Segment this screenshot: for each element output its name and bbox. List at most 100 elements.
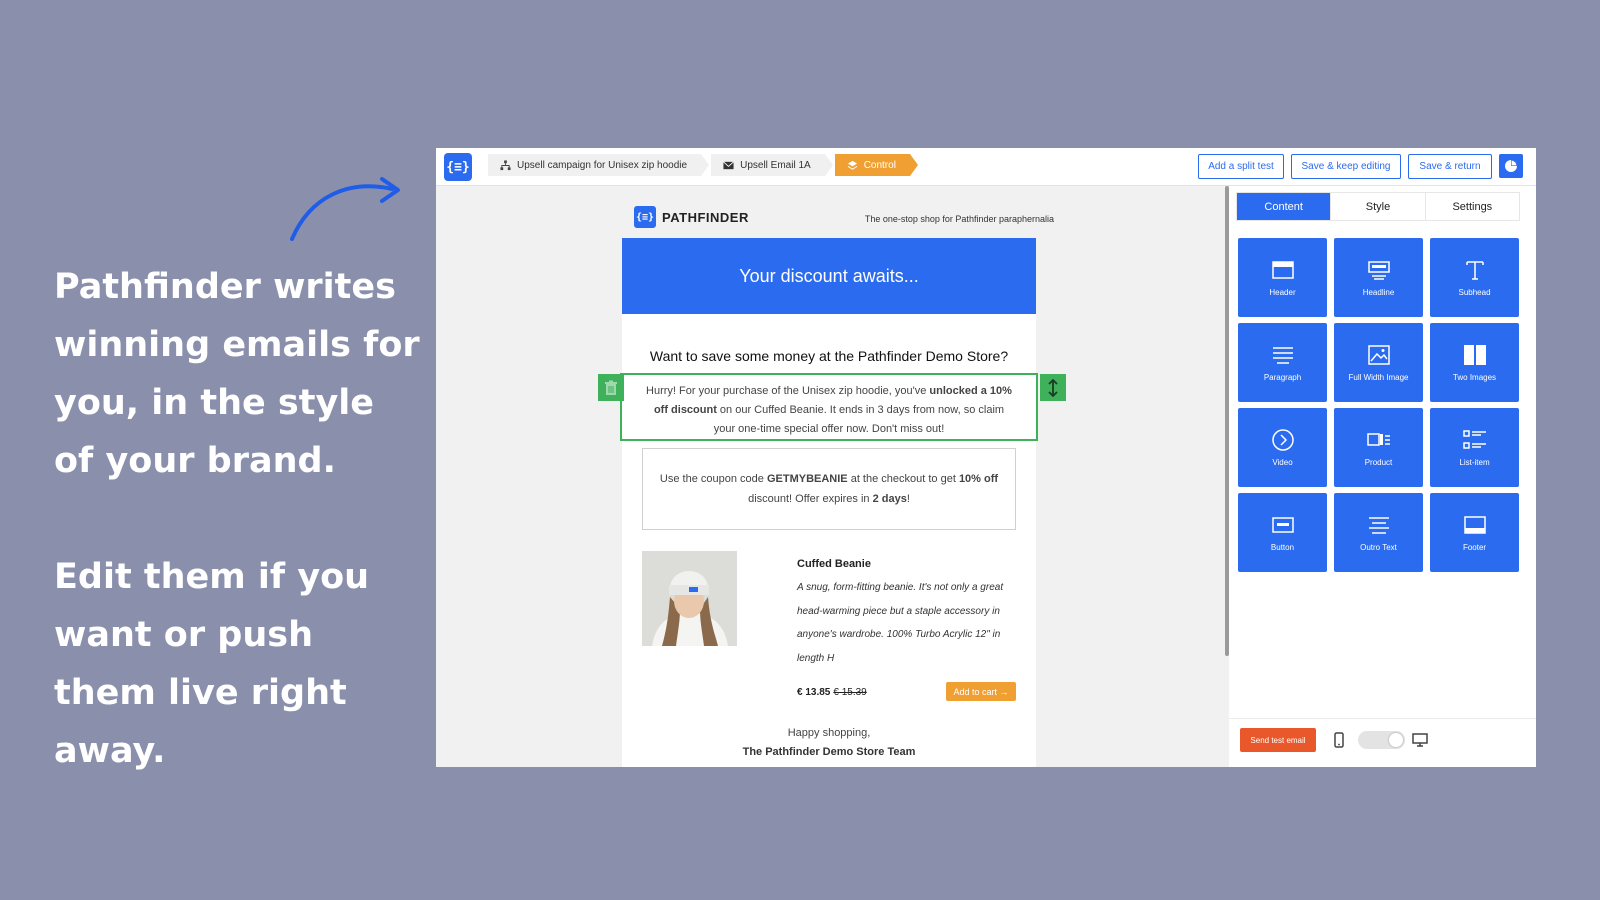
- block-two-images[interactable]: Two Images: [1430, 323, 1519, 402]
- block-subhead[interactable]: Subhead: [1430, 238, 1519, 317]
- outro-lines-icon: [1368, 517, 1389, 534]
- breadcrumb-label: Control: [863, 159, 896, 171]
- coupon-bold: 10% off: [958, 473, 999, 485]
- beanie-photo: [642, 551, 737, 646]
- breadcrumb-control[interactable]: Control: [834, 154, 919, 176]
- desktop-preview-icon[interactable]: [1412, 732, 1428, 748]
- coupon-bold: 2 days: [872, 493, 907, 505]
- layers-icon: [847, 160, 858, 170]
- tab-settings[interactable]: Settings: [1426, 193, 1519, 220]
- subhead[interactable]: Want to save some money at the Pathfinde…: [622, 348, 1036, 364]
- email-header: {≡} PATHFINDER The one-stop shop for Pat…: [634, 206, 1054, 232]
- coupon-text: !: [906, 493, 910, 505]
- trash-icon: [605, 380, 617, 395]
- coupon-box[interactable]: Use the coupon code GETMYBEANIE at the c…: [642, 448, 1016, 530]
- image-icon: [1367, 345, 1390, 365]
- block-footer[interactable]: Footer: [1430, 493, 1519, 572]
- play-circle-icon: [1271, 429, 1294, 451]
- top-bar: {≡} Upsell campaign for Unisex zip hoodi…: [436, 148, 1536, 186]
- send-test-email-button[interactable]: Send test email: [1240, 728, 1316, 752]
- block-button[interactable]: Button: [1238, 493, 1327, 572]
- breadcrumb-campaign[interactable]: Upsell campaign for Unisex zip hoodie: [488, 154, 710, 176]
- selected-paragraph-block[interactable]: Hurry! For your purchase of the Unisex z…: [620, 373, 1038, 441]
- button-block-icon: [1271, 517, 1294, 533]
- block-paragraph[interactable]: Paragraph: [1238, 323, 1327, 402]
- block-label: Two Images: [1452, 373, 1497, 382]
- block-label: Full Width Image: [1348, 373, 1409, 382]
- block-label: Video: [1272, 458, 1293, 467]
- coupon-text: at the checkout to get: [847, 473, 959, 485]
- paragraph-lines-icon: [1272, 347, 1293, 364]
- headline-block-icon: [1367, 261, 1390, 280]
- two-images-icon: [1463, 345, 1486, 365]
- hero-headline[interactable]: Your discount awaits...: [622, 238, 1036, 314]
- email-body: Your discount awaits... Want to save som…: [620, 238, 1038, 767]
- block-headline[interactable]: Headline: [1334, 238, 1423, 317]
- delete-block-button[interactable]: [598, 374, 624, 401]
- block-label: Outro Text: [1360, 543, 1397, 552]
- block-full-width-image[interactable]: Full Width Image: [1334, 323, 1423, 402]
- product-price: € 13.85 € 15.39: [797, 687, 867, 698]
- block-label: Paragraph: [1263, 373, 1302, 382]
- breadcrumb-label: Upsell campaign for Unisex zip hoodie: [517, 159, 688, 171]
- logo-mark: {≡}: [634, 206, 656, 228]
- device-toggle[interactable]: [1358, 731, 1405, 749]
- breadcrumb-email[interactable]: Upsell Email 1A: [711, 154, 833, 176]
- block-outro-text[interactable]: Outro Text: [1334, 493, 1423, 572]
- tab-style[interactable]: Style: [1331, 193, 1426, 220]
- pathfinder-logo: {≡} PATHFINDER: [634, 206, 749, 228]
- add-to-cart-button[interactable]: Add to cart →: [946, 682, 1016, 701]
- breadcrumb: Upsell campaign for Unisex zip hoodie Up…: [488, 154, 919, 176]
- text-t-icon: [1465, 261, 1484, 280]
- block-list-item[interactable]: List-item: [1430, 408, 1519, 487]
- email-canvas: {≡} PATHFINDER The one-stop shop for Pat…: [436, 186, 1226, 767]
- block-product[interactable]: Product: [1334, 408, 1423, 487]
- block-grid: Header Headline Subhead Paragraph Full W…: [1238, 238, 1520, 572]
- pitch-line-2: Edit them if you want or push them live …: [54, 557, 370, 771]
- block-label: Subhead: [1458, 288, 1491, 297]
- coupon-text: discount! Offer expires in: [748, 493, 873, 505]
- panel-footer: Send test email: [1229, 718, 1536, 767]
- footer-block-icon: [1463, 516, 1486, 534]
- save-return-button[interactable]: Save & return: [1408, 154, 1492, 179]
- coupon-text: Use the coupon code: [659, 473, 767, 485]
- add-split-test-button[interactable]: Add a split test: [1198, 154, 1284, 179]
- move-block-handle[interactable]: [1040, 374, 1066, 401]
- block-panel: Content Style Settings Header Headline S…: [1229, 186, 1536, 767]
- envelope-icon: [723, 160, 734, 169]
- old-price: € 15.39: [833, 687, 867, 698]
- breadcrumb-label: Upsell Email 1A: [740, 159, 811, 171]
- sitemap-icon: [500, 159, 511, 170]
- product-name: Cuffed Beanie: [797, 558, 871, 570]
- pie-chart-icon: [1505, 160, 1517, 172]
- product-icon: [1366, 433, 1390, 446]
- block-label: Product: [1364, 458, 1393, 467]
- block-video[interactable]: Video: [1238, 408, 1327, 487]
- product-image: [642, 551, 737, 646]
- toggle-knob: [1389, 733, 1403, 747]
- product-description: A snug, form-fitting beanie. It's not on…: [797, 582, 1004, 664]
- brand-name: PATHFINDER: [662, 209, 749, 225]
- pitch-line-1: Pathfinder writes winning emails for you…: [54, 267, 420, 481]
- current-price: € 13.85: [797, 687, 831, 698]
- analytics-button[interactable]: [1499, 154, 1523, 178]
- block-label: Header: [1269, 288, 1296, 297]
- marketing-copy: Pathfinder writes winning emails for you…: [54, 258, 424, 780]
- coupon-code: GETMYBEANIE: [766, 473, 848, 485]
- body-text: on our Cuffed Beanie. It ends in 3 days …: [713, 404, 1005, 435]
- email-editor-window: {≡} Upsell campaign for Unisex zip hoodi…: [436, 148, 1536, 767]
- panel-tabs: Content Style Settings: [1236, 192, 1520, 221]
- curved-arrow-icon: [290, 177, 400, 241]
- block-label: Footer: [1462, 543, 1487, 552]
- block-label: List-item: [1459, 458, 1490, 467]
- body-text: Hurry! For your purchase of the Unisex z…: [646, 385, 930, 397]
- app-logo[interactable]: {≡}: [444, 153, 472, 181]
- team-signature: The Pathfinder Demo Store Team: [742, 746, 916, 758]
- save-keep-editing-button[interactable]: Save & keep editing: [1291, 154, 1401, 179]
- signoff: Happy shopping,: [787, 727, 871, 739]
- tab-content[interactable]: Content: [1237, 193, 1332, 220]
- mobile-preview-icon[interactable]: [1331, 732, 1347, 748]
- up-down-arrow-icon: [1048, 378, 1058, 397]
- block-label: Headline: [1362, 288, 1395, 297]
- block-header[interactable]: Header: [1238, 238, 1327, 317]
